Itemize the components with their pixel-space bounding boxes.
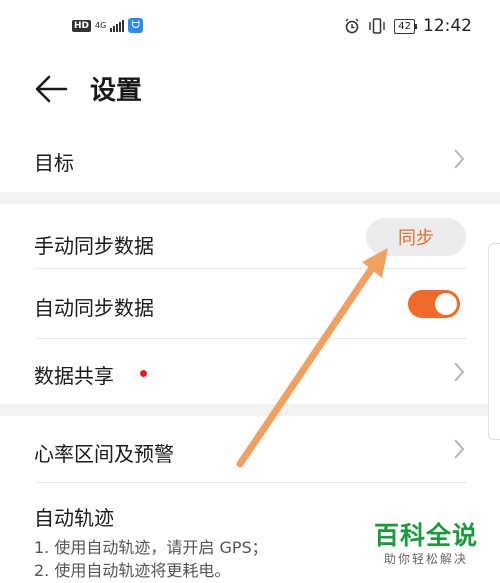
row-heart-rate[interactable]: 心率区间及预警 (0, 416, 500, 482)
sync-button[interactable]: 同步 (366, 218, 466, 256)
auto-track-desc-2: 2. 使用自动轨迹将更耗电。 (34, 561, 231, 580)
row-data-share-label: 数据共享 (34, 364, 114, 388)
section-divider (0, 404, 500, 416)
signal-icon (110, 19, 125, 32)
row-auto-sync-label: 自动同步数据 (34, 296, 154, 320)
page-header: 设置 (0, 58, 500, 120)
row-goal[interactable]: 目标 (0, 128, 500, 190)
back-arrow-icon[interactable] (34, 72, 68, 106)
watermark: 百科全说 助你轻松解决 (374, 522, 478, 567)
toggle-knob (435, 293, 457, 315)
status-left: HD 4G ᗨ (72, 18, 144, 33)
status-time: 12:42 (423, 16, 472, 36)
watermark-main: 百科全说 (374, 521, 479, 550)
scrollbar[interactable] (488, 243, 500, 440)
auto-sync-toggle[interactable] (408, 290, 460, 318)
watermark-sub: 助你轻松解决 (384, 552, 469, 566)
notification-dot (140, 370, 147, 377)
row-heart-rate-label: 心率区间及预警 (34, 442, 174, 466)
battery-icon: 42 (394, 18, 417, 34)
app-notification-icon: ᗨ (128, 18, 144, 33)
status-right: 42 12:42 (344, 16, 472, 36)
alarm-icon (345, 18, 359, 34)
section-divider (0, 192, 500, 204)
row-auto-track-label: 自动轨迹 (34, 506, 114, 530)
page-title: 设置 (90, 76, 143, 106)
row-divider (34, 268, 466, 269)
chevron-right-icon (454, 439, 465, 459)
row-goal-label: 目标 (34, 151, 74, 175)
hd-badge: HD (72, 19, 92, 32)
network-type: 4G (95, 20, 107, 30)
status-bar: HD 4G ᗨ 42 12:42 (0, 0, 500, 58)
row-manual-sync-label: 手动同步数据 (34, 234, 154, 258)
row-data-share[interactable]: 数据共享 (0, 340, 500, 404)
row-divider (34, 482, 466, 483)
auto-track-desc-1: 1. 使用自动轨迹，请开启 GPS； (34, 538, 268, 557)
row-divider (34, 338, 466, 339)
chevron-right-icon (454, 149, 465, 169)
chevron-right-icon (454, 362, 465, 382)
vibrate-icon (369, 18, 385, 34)
